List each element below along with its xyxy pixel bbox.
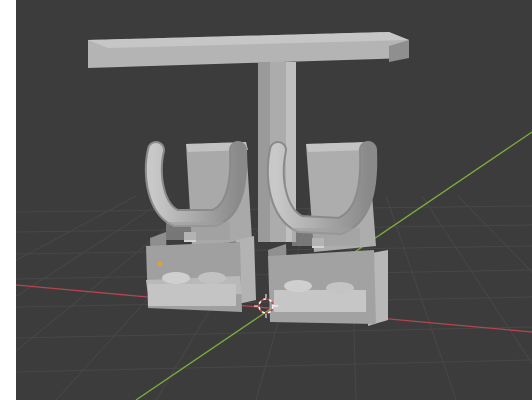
- window-edge: [0, 0, 16, 400]
- viewport-scene[interactable]: [16, 0, 532, 400]
- 3d-viewport[interactable]: [16, 0, 532, 400]
- light-origin-icon[interactable]: [157, 261, 163, 267]
- overhead-beam[interactable]: [88, 32, 409, 68]
- seat-left[interactable]: [144, 141, 256, 312]
